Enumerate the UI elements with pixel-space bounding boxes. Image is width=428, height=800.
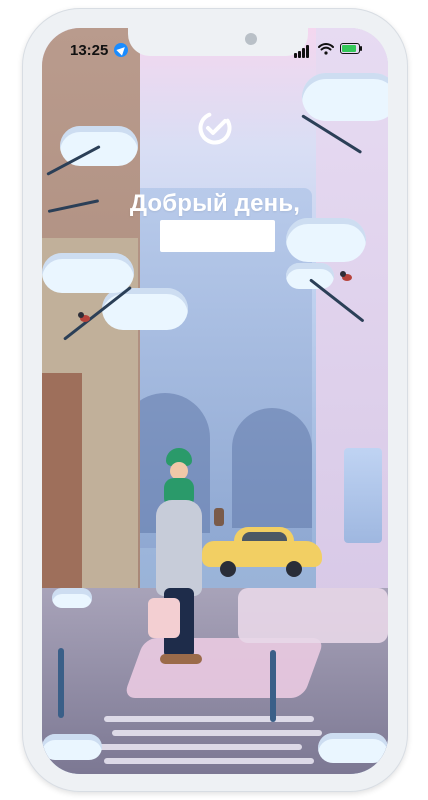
snow-cap [302,73,388,121]
greeting-title: Добрый день, [129,190,301,217]
person-figure [148,448,228,688]
snow-cap [52,588,92,608]
wifi-icon [318,43,334,55]
snow-cap [42,734,102,760]
bird [78,312,90,322]
status-time: 13:25 [70,42,109,59]
bird [340,271,352,281]
device-notch [128,28,308,56]
location-arrow-icon [114,43,128,57]
crosswalk [82,716,342,774]
street-bollard [270,650,276,722]
snow-cap [286,218,366,262]
front-camera [245,33,257,45]
user-name-placeholder [160,220,275,252]
right-building [316,28,388,648]
right-shop-window [344,448,382,543]
snow-cap [286,263,334,289]
street-bollard [58,648,64,718]
snow-cap [102,288,188,330]
snow-cap [42,253,134,293]
building-arch [232,408,312,528]
cellular-signal-icon [294,44,312,58]
app-screen: Добрый день, [42,28,388,774]
sber-check-icon [198,111,232,145]
left-doorway [42,373,82,613]
battery-charging-icon [340,43,362,55]
snow-cap [318,733,388,763]
sidewalk [238,588,388,643]
